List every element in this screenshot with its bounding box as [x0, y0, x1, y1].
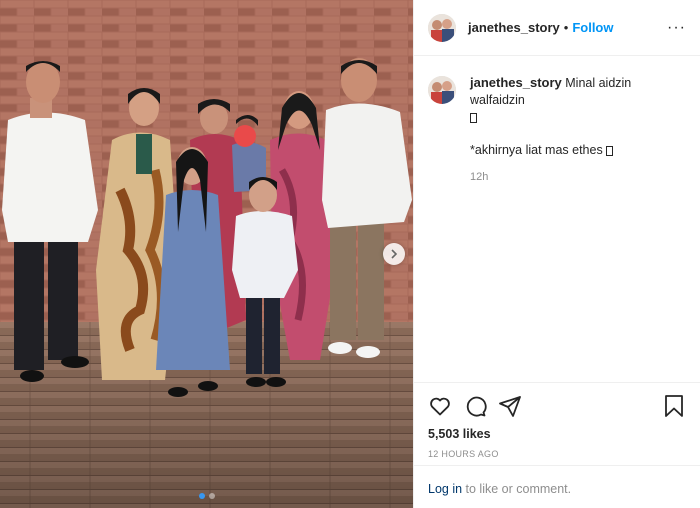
- carousel-next-button[interactable]: [383, 243, 405, 265]
- avatar[interactable]: [428, 13, 456, 42]
- post-actions: 5,503 likes 12 HOURS AGO: [414, 382, 700, 459]
- profile-picture: [428, 13, 456, 42]
- share-icon[interactable]: [498, 394, 522, 418]
- separator-dot: •: [563, 20, 569, 35]
- action-icons: [428, 393, 686, 419]
- emoji-placeholder-icon: [470, 112, 477, 123]
- comment-icon[interactable]: [463, 394, 487, 418]
- caption-line-2: *akhirnya liat mas ethes: [470, 143, 603, 157]
- family-photo: [0, 0, 413, 508]
- post-sidebar: janethes_story • Follow ··· janethes_sto…: [413, 0, 700, 508]
- header-username[interactable]: janethes_story: [468, 20, 560, 35]
- caption-body: janethes_story Minal aidzin walfaidzin *…: [470, 74, 686, 186]
- post-photo[interactable]: [0, 0, 413, 508]
- caption-timestamp[interactable]: 12h: [470, 169, 686, 186]
- posted-time[interactable]: 12 HOURS AGO: [428, 449, 686, 459]
- carousel-dot-1: [198, 493, 205, 499]
- caption-username[interactable]: janethes_story: [470, 75, 562, 90]
- login-prompt: Log in to like or comment.: [414, 465, 700, 508]
- post-header: janethes_story • Follow ···: [414, 0, 700, 56]
- more-options-icon[interactable]: ···: [667, 19, 686, 37]
- heart-icon[interactable]: [428, 394, 452, 418]
- carousel-dot-2: [208, 493, 215, 499]
- profile-picture: [428, 76, 456, 104]
- login-link[interactable]: Log in: [428, 482, 462, 496]
- follow-button[interactable]: Follow: [572, 20, 613, 35]
- likes-count[interactable]: 5,503 likes: [428, 427, 686, 441]
- caption-avatar[interactable]: [428, 76, 456, 104]
- carousel-dots: [0, 493, 413, 499]
- emoji-placeholder-icon: [606, 145, 614, 156]
- login-prompt-text: to like or comment.: [462, 482, 572, 496]
- instagram-post: janethes_story • Follow ··· janethes_sto…: [0, 0, 700, 508]
- post-caption: janethes_story Minal aidzin walfaidzin *…: [414, 56, 700, 186]
- chevron-right-icon: [391, 249, 398, 259]
- bookmark-icon[interactable]: [662, 394, 686, 418]
